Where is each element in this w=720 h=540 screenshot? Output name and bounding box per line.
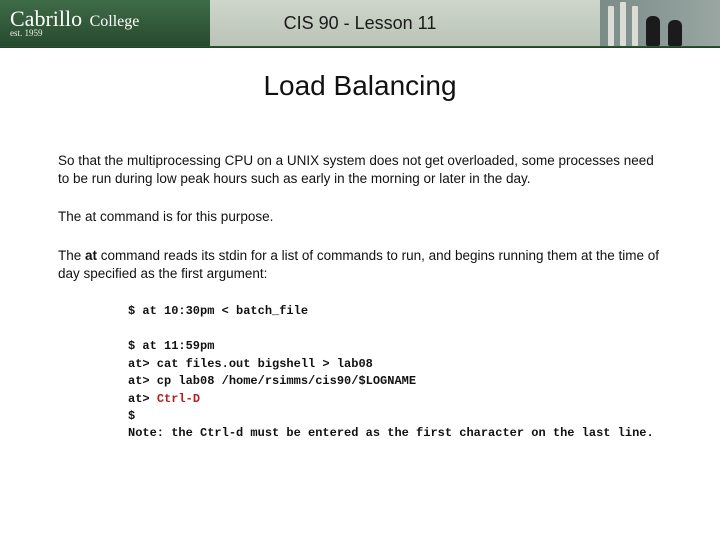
paragraph-2: The at command is for this purpose. xyxy=(58,208,662,226)
code-line: Note: the Ctrl-d must be entered as the … xyxy=(128,425,662,442)
header-rule xyxy=(0,46,720,48)
code-example-1: $ at 10:30pm < batch_file xyxy=(128,303,662,320)
header-photo xyxy=(600,0,720,46)
code-line: $ at 10:30pm < batch_file xyxy=(128,303,662,320)
paragraph-1: So that the multiprocessing CPU on a UNI… xyxy=(58,152,662,188)
code-line: at> Ctrl-D xyxy=(128,391,662,408)
code-line: $ xyxy=(128,408,662,425)
code-line: $ at 11:59pm xyxy=(128,338,662,355)
code-example-2: $ at 11:59pm at> cat files.out bigshell … xyxy=(128,338,662,442)
code-line: at> cp lab08 /home/rsimms/cis90/$LOGNAME xyxy=(128,373,662,390)
slide-body: So that the multiprocessing CPU on a UNI… xyxy=(0,152,720,443)
code-line: at> cat files.out bigshell > lab08 xyxy=(128,356,662,373)
paragraph-3: The at command reads its stdin for a lis… xyxy=(58,247,662,283)
ctrl-d: Ctrl-D xyxy=(157,392,200,406)
slide-title: Load Balancing xyxy=(0,70,720,102)
slide-header: Cabrillo College est. 1959 CIS 90 - Less… xyxy=(0,0,720,46)
